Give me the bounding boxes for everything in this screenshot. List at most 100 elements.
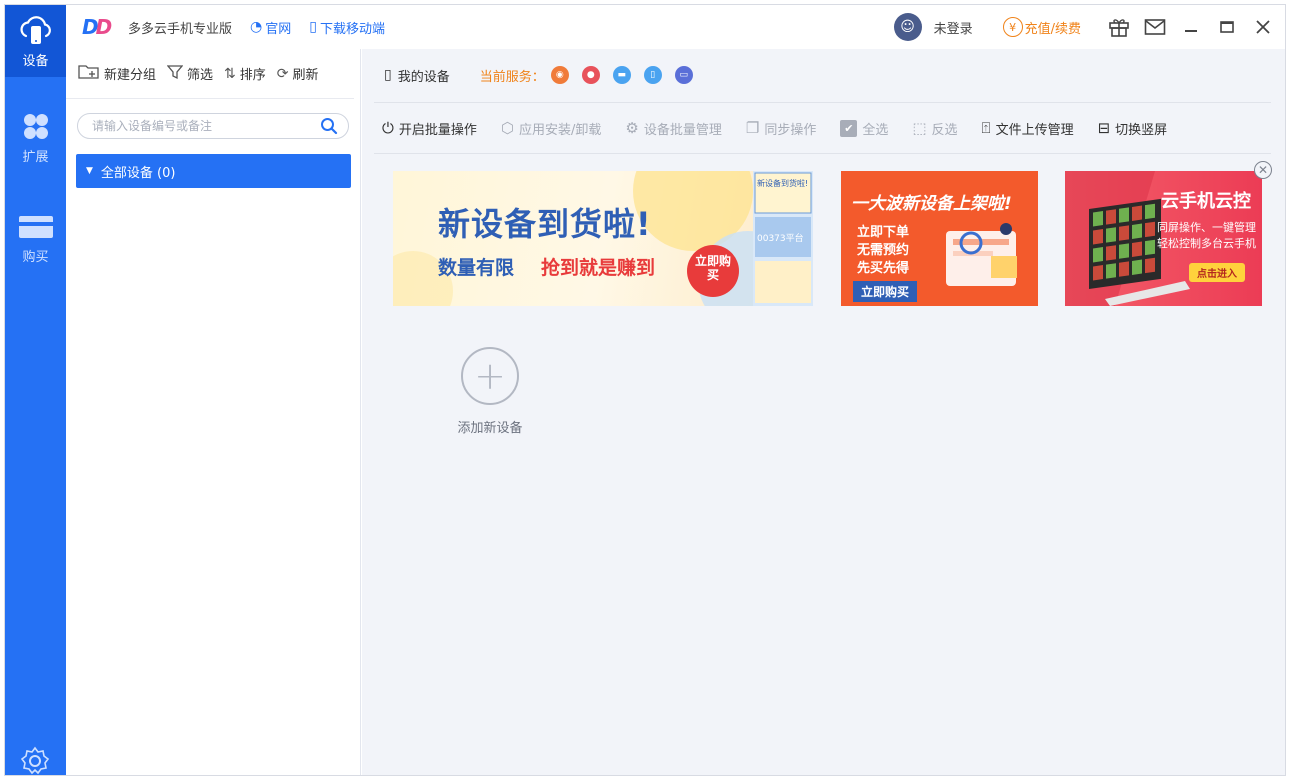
banner-cta-button[interactable]: 点击进入	[1189, 263, 1245, 282]
switch-portrait-button[interactable]: ⊟ 切换竖屏	[1098, 119, 1168, 138]
cursor-icon: ⬚	[912, 119, 927, 137]
copy-icon: ❐	[745, 119, 760, 137]
main-area: ▯ 我的设备 当前服务： ◉ ● ▬ ▯ ▭ ⏻ 开启批量操作 ⬡ 应用安装/卸…	[362, 49, 1285, 775]
minimize-icon[interactable]	[1173, 5, 1209, 49]
rail-label-devices: 设备	[22, 53, 49, 69]
new-group-label: 新建分组	[104, 68, 157, 83]
close-banner-icon[interactable]: ✕	[1254, 161, 1272, 179]
new-group-button[interactable]: 新建分组	[78, 64, 156, 84]
op-label: 设备批量管理	[643, 122, 722, 138]
add-device-label: 添加新设备	[457, 421, 523, 436]
select-all-button[interactable]: ✔ 全选	[840, 119, 888, 138]
rotate-icon: ⊟	[1097, 119, 1111, 137]
close-icon[interactable]	[1245, 5, 1281, 49]
op-label: 全选	[862, 122, 889, 138]
op-label: 开启批量操作	[398, 122, 477, 138]
group-label: 全部设备 (0)	[100, 165, 176, 181]
phone-icon: ▯	[384, 67, 392, 83]
banner-headline: 新设备到货啦!	[438, 205, 652, 243]
download-mobile-link[interactable]: ▯ 下载移动端	[309, 18, 385, 37]
upload-icon: ⍐	[981, 119, 991, 137]
banner-line2: 轻松控制多台云手机	[1157, 237, 1256, 250]
banner-line3: 先买先得	[857, 261, 910, 276]
download-mobile-label: 下载移动端	[319, 21, 385, 37]
sync-operation-button[interactable]: ❐ 同步操作	[746, 119, 816, 138]
promo-banner-new-devices[interactable]: 新设备到货啦! 数量有限 抢到就是赚到 立即购买 新设备到货啦! 00373平台	[393, 171, 813, 306]
phone-icon: ▯	[309, 19, 317, 35]
recharge-button[interactable]: ¥ 充值/续费	[1002, 17, 1081, 37]
banner-thumb1: 新设备到货啦!	[757, 179, 809, 188]
service-message-icon[interactable]: ▬	[612, 66, 631, 84]
banner-badge: 立即购买	[694, 254, 731, 282]
app-install-button[interactable]: ⬡ 应用安装/卸载	[501, 119, 602, 138]
op-label: 应用安装/卸载	[519, 122, 602, 138]
settings-icon: ⚙	[625, 119, 639, 137]
rail-item-purchase[interactable]: 购买	[5, 201, 66, 273]
nav-rail: 设备 扩展 购买	[5, 5, 66, 775]
banner-line1: 同屏操作、一键管理	[1157, 221, 1256, 234]
invert-select-button[interactable]: ⬚ 反选	[912, 119, 957, 138]
service-folder-icon[interactable]: ▭	[674, 66, 693, 84]
folder-add-icon	[78, 64, 100, 84]
refresh-button[interactable]: ⟳ 刷新	[276, 64, 319, 84]
search-icon[interactable]	[320, 117, 338, 135]
filter-icon	[166, 64, 184, 84]
login-status[interactable]: 未登录	[934, 18, 973, 37]
file-upload-button[interactable]: ⍐ 文件上传管理	[982, 119, 1074, 138]
yen-icon: ¥	[1002, 17, 1023, 37]
service-phone-icon[interactable]: ▯	[643, 66, 662, 84]
group-toolbar: 新建分组 筛选 ⇅ 排序 ⟳ 刷新	[66, 49, 354, 99]
batch-manage-button[interactable]: ⚙ 设备批量管理	[625, 119, 721, 138]
mail-icon[interactable]	[1137, 5, 1173, 49]
banner-line1: 立即下单	[857, 225, 910, 240]
power-icon: ⏻	[382, 119, 394, 137]
rail-label-extensions: 扩展	[22, 149, 49, 165]
gift-icon[interactable]	[1101, 5, 1137, 49]
rail-item-devices[interactable]: 设备	[5, 5, 66, 77]
main-header: ▯ 我的设备 当前服务： ◉ ● ▬ ▯ ▭	[362, 49, 1285, 101]
current-service: 当前服务： ◉ ● ▬ ▯ ▭	[480, 66, 693, 85]
group-all-devices[interactable]: ▼ 全部设备 (0)	[76, 154, 351, 188]
service-chat-icon[interactable]: ●	[581, 66, 600, 84]
sort-icon: ⇅	[224, 65, 236, 82]
maximize-icon[interactable]	[1209, 5, 1245, 49]
banner-cta-button[interactable]: 立即购买	[853, 281, 918, 302]
sort-button[interactable]: ⇅ 排序	[224, 64, 266, 84]
current-service-label: 当前服务：	[479, 69, 545, 85]
recharge-label: 充值/续费	[1024, 21, 1081, 37]
op-label: 反选	[931, 122, 958, 138]
avatar[interactable]: ☺	[893, 13, 922, 41]
filter-button[interactable]: 筛选	[166, 64, 213, 84]
refresh-icon: ⟳	[276, 65, 289, 82]
op-label: 文件上传管理	[995, 122, 1074, 138]
caret-down-icon: ▼	[86, 166, 93, 176]
official-site-link[interactable]: ◔ 官网	[250, 18, 291, 37]
app-logo: DD	[82, 15, 112, 39]
op-label: 同步操作	[764, 122, 817, 138]
divider	[374, 153, 1271, 154]
app-title: 多多云手机专业版	[128, 21, 233, 37]
device-search	[77, 113, 349, 139]
rail-item-extensions[interactable]: 扩展	[5, 101, 66, 173]
device-group-panel: 新建分组 筛选 ⇅ 排序 ⟳ 刷新 ▼ 全部设备 (0)	[66, 49, 361, 775]
gear-icon[interactable]	[17, 743, 53, 775]
promo-banner-new-arrivals[interactable]: 一大波新设备上架啦! 立即下单 无需预约 先买先得 立即购买	[841, 171, 1038, 306]
banner-line2: 无需预约	[857, 243, 910, 258]
my-devices-label: 我的设备	[397, 69, 450, 85]
app-window: 设备 扩展 购买 DD 多多云手机专业版 ◔ 官网 ▯ 下载移动端 ☺ 未登录 …	[4, 4, 1286, 776]
add-device-button[interactable]: + 添加新设备	[452, 347, 528, 436]
package-icon: ⬡	[500, 119, 514, 137]
globe-icon: ◔	[250, 19, 263, 35]
title-bar: DD 多多云手机专业版 ◔ 官网 ▯ 下载移动端 ☺ 未登录 ¥ 充值/续费	[66, 5, 1285, 49]
promo-banner-cloud-control[interactable]: 云手机云控 同屏操作、一键管理 轻松控制多台云手机 点击进入	[1065, 171, 1262, 306]
batch-operation-button[interactable]: ⏻ 开启批量操作	[382, 119, 477, 138]
service-location-icon[interactable]: ◉	[550, 66, 569, 84]
banner-headline: 云手机云控	[1161, 191, 1251, 212]
sort-label: 排序	[239, 68, 266, 83]
cloud-phone-icon	[19, 15, 51, 44]
official-site-label: 官网	[265, 21, 292, 37]
my-devices-tab[interactable]: ▯ 我的设备	[384, 66, 450, 85]
search-input[interactable]	[92, 119, 312, 133]
checkbox-icon: ✔	[840, 119, 858, 137]
refresh-label: 刷新	[292, 68, 319, 83]
